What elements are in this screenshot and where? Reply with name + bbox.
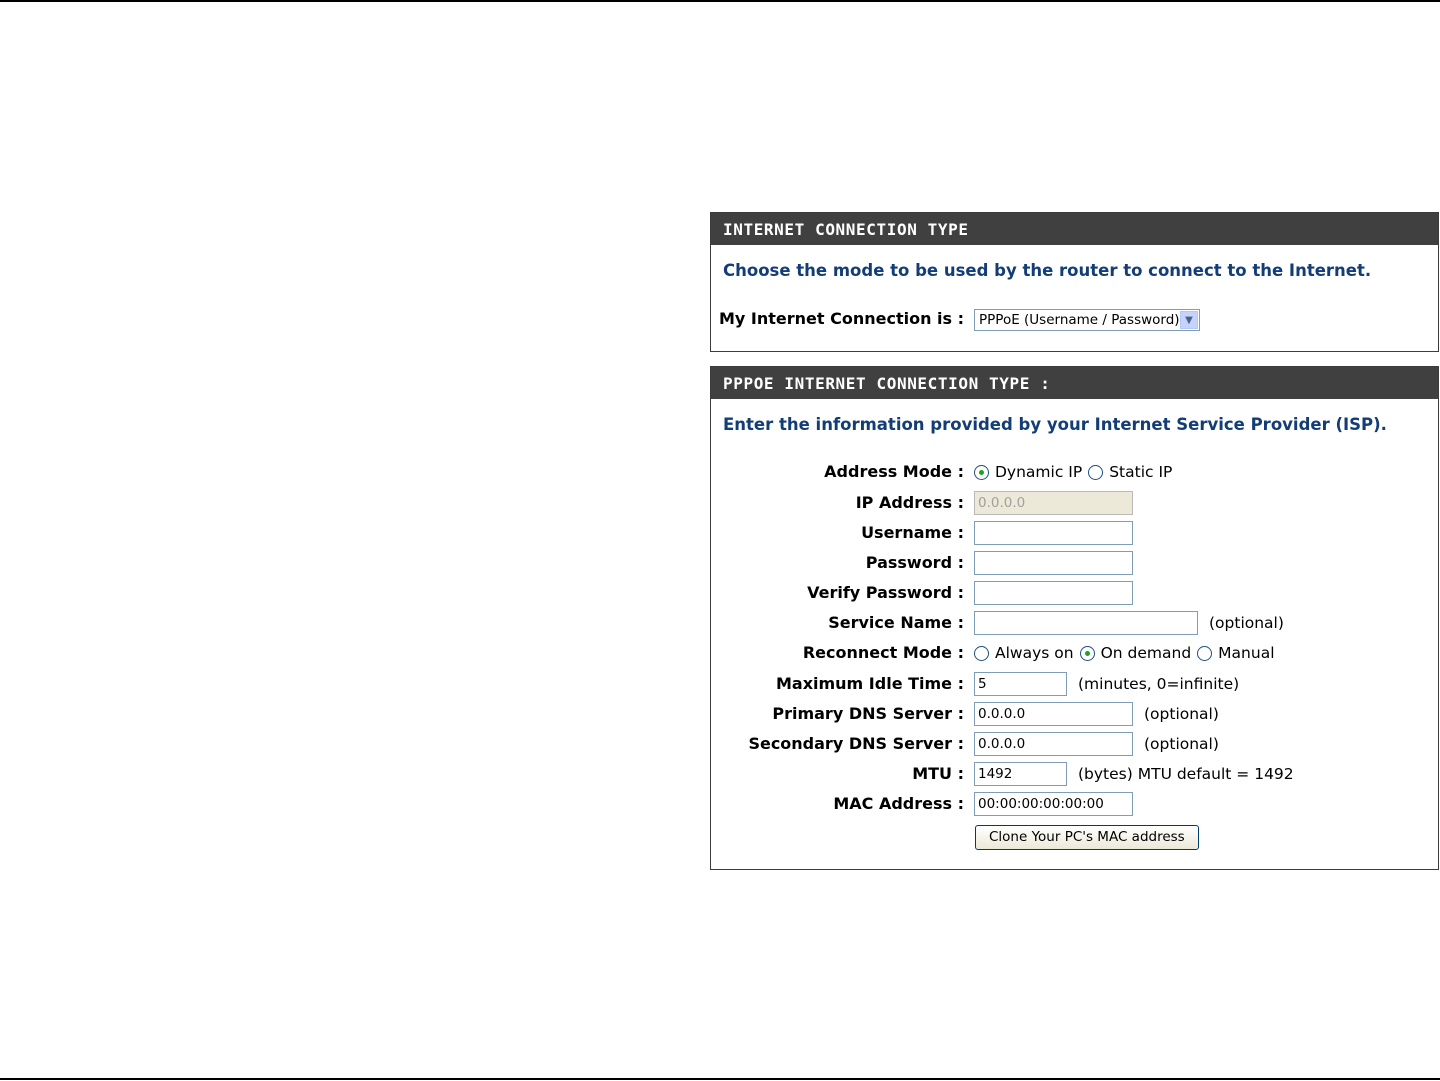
address-mode-label: Address Mode :	[824, 462, 964, 481]
max-idle-time-label: Maximum Idle Time :	[775, 674, 964, 693]
username-input[interactable]	[974, 521, 1133, 545]
always-on-label: Always on	[995, 644, 1074, 662]
verify-password-row: Verify Password :	[711, 579, 1438, 607]
section-intro: Enter the information provided by your I…	[723, 415, 1387, 434]
secondary-dns-row: Secondary DNS Server : (optional)	[711, 730, 1438, 758]
password-row: Password :	[711, 549, 1438, 577]
secondary-dns-input[interactable]	[974, 732, 1133, 756]
clone-mac-button[interactable]: Clone Your PC's MAC address	[975, 824, 1199, 850]
dynamic-ip-label: Dynamic IP	[995, 463, 1083, 481]
manual-label: Manual	[1218, 644, 1275, 662]
service-name-label: Service Name :	[828, 613, 964, 632]
primary-dns-label: Primary DNS Server :	[772, 704, 964, 723]
max-idle-time-row: Maximum Idle Time : (minutes, 0=infinite…	[711, 670, 1438, 698]
manual-radio[interactable]	[1197, 645, 1213, 661]
section-intro: Choose the mode to be used by the router…	[723, 261, 1372, 280]
address-mode-row: Address Mode : Dynamic IP Static IP	[711, 458, 1438, 486]
mtu-label: MTU :	[912, 764, 964, 783]
on-demand-label: On demand	[1100, 644, 1192, 662]
top-rule	[0, 0, 1440, 2]
service-name-row: Service Name : (optional)	[711, 609, 1438, 637]
static-ip-label: Static IP	[1109, 463, 1173, 481]
verify-password-input[interactable]	[974, 581, 1133, 605]
service-name-hint: (optional)	[1209, 614, 1284, 632]
verify-password-label: Verify Password :	[807, 583, 964, 602]
password-input[interactable]	[974, 551, 1133, 575]
secondary-dns-label: Secondary DNS Server :	[748, 734, 964, 753]
username-row: Username :	[711, 519, 1438, 547]
max-idle-time-hint: (minutes, 0=infinite)	[1078, 675, 1240, 693]
mac-address-input[interactable]	[974, 792, 1133, 816]
on-demand-radio[interactable]	[1079, 645, 1095, 661]
primary-dns-hint: (optional)	[1144, 705, 1219, 723]
ip-address-input[interactable]	[974, 491, 1133, 515]
username-label: Username :	[861, 523, 964, 542]
primary-dns-input[interactable]	[974, 702, 1133, 726]
dynamic-ip-radio[interactable]	[974, 464, 989, 480]
clone-mac-row: Clone Your PC's MAC address	[711, 823, 1438, 851]
mac-address-row: MAC Address :	[711, 790, 1438, 818]
reconnect-mode-row: Reconnect Mode : Always on On demand Man…	[711, 639, 1438, 667]
connection-type-select[interactable]: PPPoE (Username / Password) ▼	[974, 309, 1200, 331]
max-idle-time-input[interactable]	[974, 672, 1067, 696]
mtu-row: MTU : (bytes) MTU default = 1492	[711, 760, 1438, 788]
ip-address-row: IP Address :	[711, 489, 1438, 517]
password-label: Password :	[865, 553, 964, 572]
connection-label: My Internet Connection is :	[718, 309, 964, 328]
secondary-dns-hint: (optional)	[1144, 735, 1219, 753]
always-on-radio[interactable]	[974, 645, 989, 661]
connection-row: My Internet Connection is : PPPoE (Usern…	[711, 305, 1438, 333]
pppoe-connection-panel: PPPOE INTERNET CONNECTION TYPE : Enter t…	[710, 366, 1439, 870]
bottom-rule	[0, 1078, 1440, 1080]
mtu-hint: (bytes) MTU default = 1492	[1078, 765, 1294, 783]
static-ip-radio[interactable]	[1088, 464, 1104, 480]
mtu-input[interactable]	[974, 762, 1067, 786]
section-header: INTERNET CONNECTION TYPE	[711, 213, 1438, 245]
ip-address-label: IP Address :	[855, 493, 964, 512]
connection-type-value: PPPoE (Username / Password)	[979, 312, 1180, 328]
primary-dns-row: Primary DNS Server : (optional)	[711, 700, 1438, 728]
mac-address-label: MAC Address :	[833, 794, 964, 813]
internet-connection-type-panel: INTERNET CONNECTION TYPE Choose the mode…	[710, 212, 1439, 352]
reconnect-mode-label: Reconnect Mode :	[802, 643, 964, 662]
service-name-input[interactable]	[974, 611, 1198, 635]
section-header: PPPOE INTERNET CONNECTION TYPE :	[711, 367, 1438, 399]
chevron-down-icon[interactable]: ▼	[1180, 311, 1198, 329]
